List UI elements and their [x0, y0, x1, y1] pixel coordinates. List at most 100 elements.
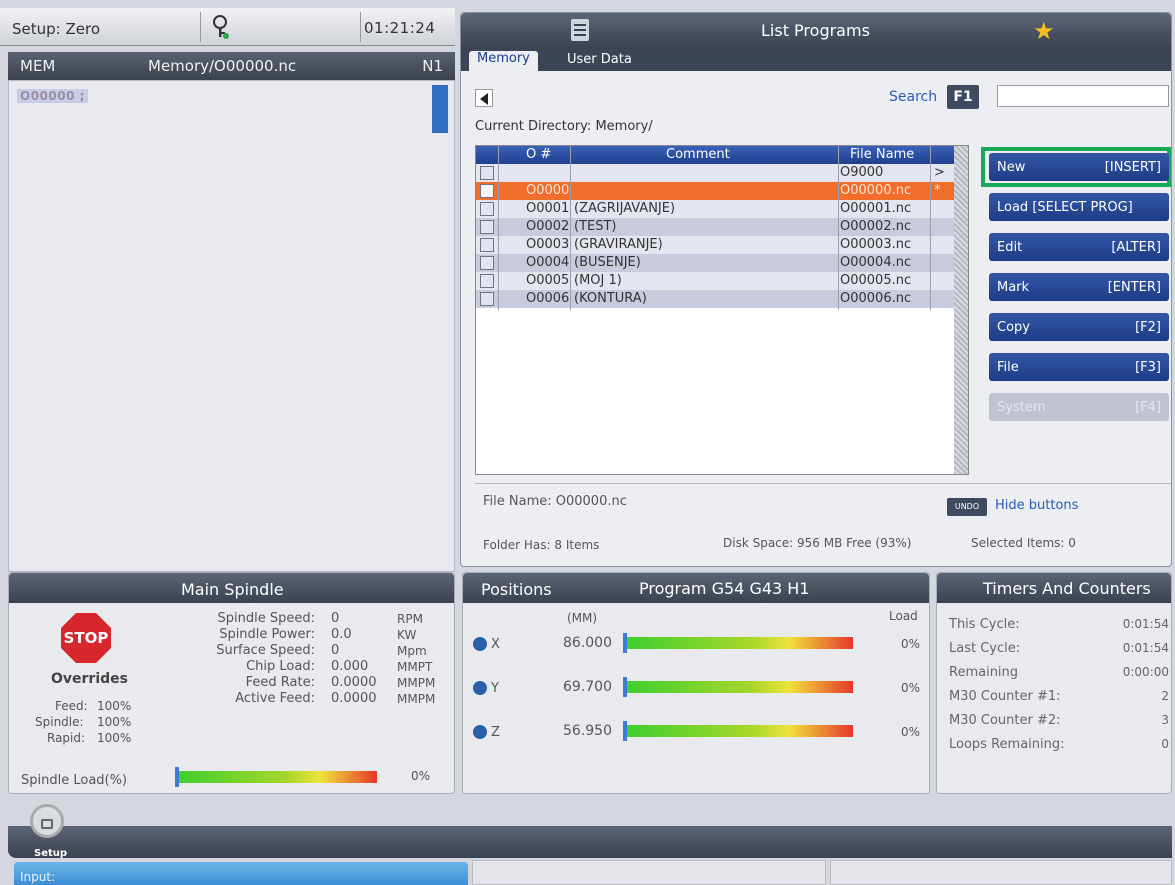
main-spindle-title: Main Spindle — [181, 580, 284, 599]
lock-icon[interactable] — [30, 804, 64, 838]
row-checkbox[interactable] — [480, 220, 494, 234]
load-button-label: Load [SELECT PROG] — [997, 200, 1133, 215]
column-onum: O # — [526, 147, 552, 162]
list-programs-panel: List Programs ★ Memory User Data Search … — [460, 12, 1172, 567]
axis-z-icon — [473, 725, 487, 739]
setup-tab[interactable]: Setup — [34, 848, 67, 859]
spindle-power-unit: KW — [397, 628, 417, 642]
program-editor[interactable]: O00000 ; — [8, 80, 455, 572]
m30-counter-1-value: 2 — [1161, 689, 1169, 703]
edit-button-label: Edit — [997, 240, 1023, 255]
mark-button[interactable]: Mark [ENTER] — [989, 273, 1169, 301]
row-checkbox[interactable] — [480, 202, 494, 216]
mark-button-label: Mark — [997, 280, 1030, 295]
main-spindle-panel: Main Spindle STOP Overrides Feed: 100% S… — [8, 572, 455, 794]
row-flag: > — [934, 165, 945, 180]
row-checkbox[interactable] — [480, 238, 494, 252]
row-comment: (BUSENJE) — [574, 255, 641, 270]
search-f1-key[interactable]: F1 — [947, 85, 979, 109]
row-onum: O0000 — [526, 183, 570, 198]
line-number: N1 — [422, 57, 443, 75]
load-button[interactable]: Load [SELECT PROG] — [989, 193, 1169, 221]
row-file-name: O00001.nc — [840, 201, 912, 216]
active-feed-unit: MMPM — [397, 692, 436, 706]
axis-x-icon — [473, 637, 487, 651]
row-comment: (ZAGRIJAVANJE) — [574, 201, 676, 216]
loops-remaining-label: Loops Remaining: — [949, 737, 1065, 752]
row-comment: (GRAVIRANJE) — [574, 237, 663, 252]
new-button[interactable]: New [INSERT] — [989, 153, 1169, 181]
tab-user-data[interactable]: User Data — [567, 52, 632, 67]
override-spindle-label: Spindle: — [35, 715, 84, 729]
axis-z-load-marker — [623, 721, 627, 741]
row-checkbox[interactable] — [480, 292, 494, 306]
tab-memory[interactable]: Memory — [469, 51, 538, 71]
file-name-info: File Name: O00000.nc — [483, 494, 627, 509]
disk-space: Disk Space: 956 MB Free (93%) — [723, 536, 912, 550]
axis-y-load: 0% — [901, 681, 921, 695]
selected-items: Selected Items: 0 — [971, 536, 1076, 550]
m30-counter-2-label: M30 Counter #2: — [949, 713, 1061, 728]
surface-speed-unit: Mpm — [397, 644, 427, 658]
undo-key[interactable]: UNDO — [947, 498, 987, 516]
m30-counter-2-value: 3 — [1161, 713, 1169, 727]
chip-load-label: Chip Load: — [246, 659, 315, 674]
back-button[interactable] — [475, 89, 493, 107]
table-row[interactable]: O0004 (BUSENJE) O00004.nc — [476, 254, 954, 272]
row-checkbox[interactable] — [480, 166, 494, 180]
edit-button[interactable]: Edit [ALTER] — [989, 233, 1169, 261]
stop-sign-icon: STOP — [61, 613, 111, 663]
mark-button-key: [ENTER] — [1107, 280, 1161, 295]
table-row[interactable]: O0002 (TEST) O00002.nc — [476, 218, 954, 236]
table-row-selected[interactable]: O0000 O00000.nc * — [476, 182, 954, 200]
column-file-name: File Name — [850, 147, 915, 162]
row-onum: O0002 — [526, 219, 570, 234]
row-checkbox[interactable] — [480, 184, 494, 198]
loops-remaining-value: 0 — [1161, 737, 1169, 751]
hide-buttons-link[interactable]: Hide buttons — [995, 498, 1078, 513]
file-button[interactable]: File [F3] — [989, 353, 1169, 381]
back-arrow-icon — [480, 93, 488, 105]
feed-rate-label: Feed Rate: — [245, 675, 315, 690]
table-row[interactable]: O9000 > — [476, 164, 954, 182]
divider — [360, 12, 361, 42]
remaining-value: 0:00:00 — [1122, 665, 1169, 679]
row-comment: (MOJ 1) — [574, 273, 622, 288]
row-checkbox[interactable] — [480, 256, 494, 270]
table-row[interactable]: O0001 (ZAGRIJAVANJE) O00001.nc — [476, 200, 954, 218]
star-icon[interactable]: ★ — [1033, 17, 1055, 45]
menu-icon[interactable] — [571, 19, 589, 41]
tab-bar: Memory User Data — [461, 49, 1171, 71]
system-button-key: [F4] — [1135, 400, 1161, 415]
row-file-name: O00004.nc — [840, 255, 912, 270]
copy-button-label: Copy — [997, 320, 1030, 335]
chip-load-value: 0.000 — [331, 659, 369, 674]
timers-titlebar: Timers And Counters — [937, 573, 1171, 603]
divider — [200, 12, 201, 42]
table-row[interactable]: O0005 (MOJ 1) O00005.nc — [476, 272, 954, 290]
axis-y-label: Y — [491, 681, 499, 696]
row-checkbox[interactable] — [480, 274, 494, 288]
override-rapid-value: 100% — [97, 731, 132, 745]
search-label: Search — [889, 89, 938, 105]
editor-scrollbar[interactable] — [432, 85, 448, 133]
table-row[interactable]: O0003 (GRAVIRANJE) O00003.nc — [476, 236, 954, 254]
column-divider — [838, 146, 839, 310]
new-button-label: New — [997, 160, 1026, 175]
search-input[interactable] — [997, 85, 1169, 107]
table-row[interactable]: O0006 (KONTURA) O00006.nc — [476, 290, 954, 308]
active-feed-label: Active Feed: — [235, 691, 315, 706]
footer-panel — [830, 860, 1172, 885]
spindle-load-marker — [175, 767, 179, 787]
row-file-name: O00003.nc — [840, 237, 912, 252]
positions-program: Program G54 G43 H1 — [639, 579, 810, 598]
current-directory: Current Directory: Memory/ — [475, 119, 653, 134]
system-button[interactable]: System [F4] — [989, 393, 1169, 421]
file-list-scrollbar[interactable] — [954, 146, 968, 474]
row-comment: (TEST) — [574, 219, 617, 234]
copy-button[interactable]: Copy [F2] — [989, 313, 1169, 341]
input-bar[interactable]: Input: — [14, 862, 468, 885]
file-button-label: File — [997, 360, 1019, 375]
last-cycle-value: 0:01:54 — [1122, 641, 1169, 655]
spindle-speed-label: Spindle Speed: — [217, 611, 315, 626]
